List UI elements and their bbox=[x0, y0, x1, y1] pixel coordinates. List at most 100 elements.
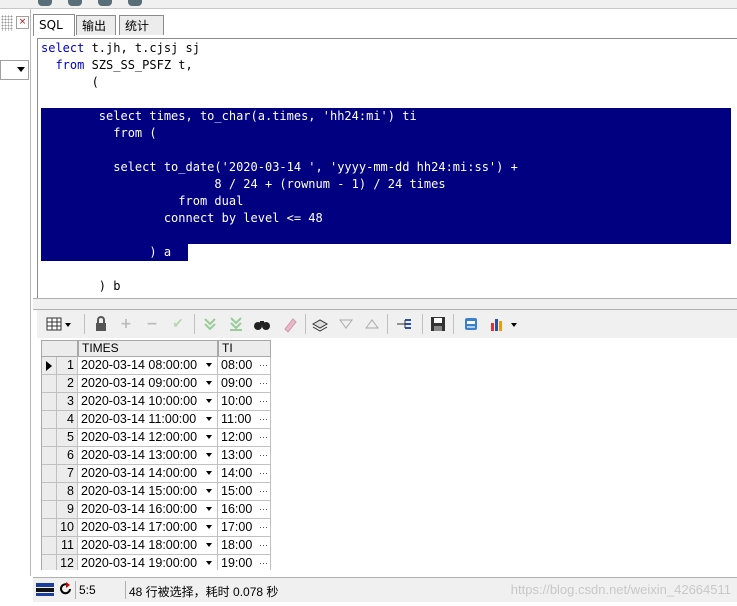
cell-times[interactable]: 2020-03-14 17:00:00 bbox=[78, 519, 218, 537]
delete-record-icon[interactable]: − bbox=[143, 315, 161, 333]
chevron-down-icon[interactable] bbox=[206, 561, 212, 565]
tab-statistics[interactable]: 统计表 bbox=[119, 15, 164, 53]
cell-times[interactable]: 2020-03-14 15:00:00 bbox=[78, 483, 218, 501]
chevron-down-icon[interactable] bbox=[206, 489, 212, 493]
row-indicator[interactable] bbox=[41, 393, 57, 411]
export-icon[interactable] bbox=[395, 315, 413, 333]
post-changes-icon[interactable]: ✔ bbox=[169, 315, 187, 333]
grid-view-icon[interactable] bbox=[45, 315, 73, 333]
previous-icon[interactable] bbox=[337, 315, 355, 333]
ellipsis-icon[interactable]: ··· bbox=[259, 483, 268, 500]
row-indicator[interactable] bbox=[41, 519, 57, 537]
cell-ti[interactable]: 11:00 ··· bbox=[218, 411, 271, 429]
row-indicator[interactable] bbox=[41, 465, 57, 483]
cell-ti[interactable]: 08:00 ··· bbox=[218, 357, 271, 375]
ellipsis-icon[interactable]: ··· bbox=[259, 375, 268, 392]
cell-times[interactable]: 2020-03-14 12:00:00 bbox=[78, 429, 218, 447]
add-record-icon[interactable]: + bbox=[117, 315, 135, 333]
chevron-down-icon[interactable] bbox=[206, 435, 212, 439]
chevron-down-icon[interactable] bbox=[206, 417, 212, 421]
chevron-down-icon[interactable] bbox=[206, 471, 212, 475]
cell-ti[interactable]: 13:00 ··· bbox=[218, 447, 271, 465]
cell-times[interactable]: 2020-03-14 08:00:00 bbox=[78, 357, 218, 375]
save-icon[interactable] bbox=[429, 315, 447, 333]
column-header-ti[interactable]: TI bbox=[218, 340, 271, 357]
chevron-down-icon[interactable] bbox=[206, 543, 212, 547]
fetch-next-icon[interactable] bbox=[201, 315, 219, 333]
ellipsis-icon[interactable]: ··· bbox=[259, 465, 268, 482]
cell-times[interactable]: 2020-03-14 13:00:00 bbox=[78, 447, 218, 465]
close-icon[interactable]: × bbox=[16, 16, 29, 29]
clear-icon[interactable] bbox=[281, 315, 299, 333]
db-icon[interactable] bbox=[68, 0, 82, 6]
code-line[interactable]: from dual bbox=[41, 193, 518, 210]
code-line[interactable]: connect by level <= 48 bbox=[41, 210, 518, 227]
cell-times[interactable]: 2020-03-14 16:00:00 bbox=[78, 501, 218, 519]
row-indicator[interactable] bbox=[41, 501, 57, 519]
cell-ti[interactable]: 15:00 ··· bbox=[218, 483, 271, 501]
code-line[interactable]: 8 / 24 + (rownum - 1) / 24 times bbox=[41, 176, 518, 193]
print-icon[interactable] bbox=[462, 315, 480, 333]
code-line[interactable]: ) a bbox=[41, 244, 518, 261]
fetch-last-icon[interactable] bbox=[227, 315, 245, 333]
chevron-down-icon[interactable] bbox=[206, 363, 212, 367]
cell-times[interactable]: 2020-03-14 10:00:00 bbox=[78, 393, 218, 411]
result-grid[interactable]: TIMES TI 1 2020-03-14 08:00:00 08:00 ··· 2 20… bbox=[41, 340, 737, 570]
code-line[interactable]: select times, to_char(a.times, 'hh24:mi'… bbox=[41, 108, 518, 125]
row-indicator[interactable] bbox=[41, 375, 57, 393]
lock-icon[interactable] bbox=[92, 315, 110, 333]
ellipsis-icon[interactable]: ··· bbox=[259, 429, 268, 446]
chart-icon[interactable] bbox=[489, 315, 519, 333]
ellipsis-icon[interactable]: ··· bbox=[259, 501, 268, 518]
code-line[interactable]: select to_date('2020-03-14 ', 'yyyy-mm-d… bbox=[41, 159, 518, 176]
row-indicator[interactable] bbox=[41, 555, 57, 570]
ellipsis-icon[interactable]: ··· bbox=[259, 537, 268, 554]
cell-ti[interactable]: 18:00 ··· bbox=[218, 537, 271, 555]
cell-times[interactable]: 2020-03-14 09:00:00 bbox=[78, 375, 218, 393]
db-icon[interactable] bbox=[128, 0, 142, 6]
chevron-down-icon[interactable] bbox=[206, 453, 212, 457]
refresh-icon[interactable] bbox=[59, 581, 73, 600]
tab-output[interactable]: 输出 bbox=[76, 15, 116, 35]
grip-icon[interactable] bbox=[1, 15, 13, 31]
cell-ti[interactable]: 12:00 ··· bbox=[218, 429, 271, 447]
ellipsis-icon[interactable]: ··· bbox=[259, 357, 268, 374]
chevron-down-icon[interactable] bbox=[206, 381, 212, 385]
chevron-down-icon[interactable] bbox=[206, 507, 212, 511]
code-line[interactable]: from ( bbox=[41, 125, 518, 142]
cell-ti[interactable]: 14:00 ··· bbox=[218, 465, 271, 483]
chevron-down-icon[interactable] bbox=[206, 399, 212, 403]
row-indicator[interactable] bbox=[41, 357, 57, 375]
code-line[interactable]: from SZS_SS_PSFZ t, bbox=[41, 57, 518, 74]
row-indicator[interactable] bbox=[41, 447, 57, 465]
cell-ti[interactable]: 09:00 ··· bbox=[218, 375, 271, 393]
cell-times[interactable]: 2020-03-14 19:00:00 bbox=[78, 555, 218, 570]
db-icon[interactable] bbox=[98, 0, 112, 6]
ellipsis-icon[interactable]: ··· bbox=[259, 447, 268, 464]
code-line[interactable] bbox=[41, 91, 518, 108]
code-line[interactable]: ) b bbox=[41, 278, 518, 295]
row-indicator[interactable] bbox=[41, 537, 57, 555]
object-type-combo[interactable] bbox=[0, 60, 29, 80]
sql-code[interactable]: select t.jh, t.cjsj sj from SZS_SS_PSFZ … bbox=[41, 40, 518, 295]
cell-times[interactable]: 2020-03-14 11:00:00 bbox=[78, 411, 218, 429]
query-by-example-icon[interactable] bbox=[311, 315, 329, 333]
ellipsis-icon[interactable]: ··· bbox=[259, 393, 268, 410]
ellipsis-icon[interactable]: ··· bbox=[259, 555, 268, 570]
cell-ti[interactable]: 19:00 ··· bbox=[218, 555, 271, 570]
ellipsis-icon[interactable]: ··· bbox=[259, 411, 268, 428]
code-line[interactable] bbox=[41, 227, 518, 244]
code-line[interactable] bbox=[41, 142, 518, 159]
cell-times[interactable]: 2020-03-14 18:00:00 bbox=[78, 537, 218, 555]
row-indicator[interactable] bbox=[41, 483, 57, 501]
db-icon[interactable] bbox=[38, 0, 52, 6]
cell-ti[interactable]: 10:00 ··· bbox=[218, 393, 271, 411]
next-icon[interactable] bbox=[363, 315, 381, 333]
column-header-times[interactable]: TIMES bbox=[78, 340, 218, 357]
cell-times[interactable]: 2020-03-14 14:00:00 bbox=[78, 465, 218, 483]
tab-sql[interactable]: SQL bbox=[33, 14, 75, 36]
cell-ti[interactable]: 17:00 ··· bbox=[218, 519, 271, 537]
cell-ti[interactable]: 16:00 ··· bbox=[218, 501, 271, 519]
splitter[interactable] bbox=[33, 298, 737, 310]
find-icon[interactable] bbox=[253, 315, 271, 333]
